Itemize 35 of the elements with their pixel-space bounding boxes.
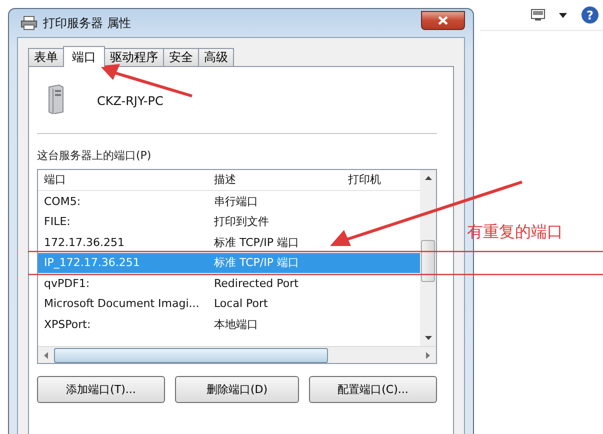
tab[interactable]: 表单 xyxy=(28,48,64,66)
column-header[interactable]: 描述 xyxy=(214,170,348,190)
port-row[interactable]: 172.17.36.251 标准 TCP/IP 端口 xyxy=(38,232,420,252)
column-header[interactable]: 端口 xyxy=(38,170,214,190)
tab[interactable]: 安全 xyxy=(163,48,199,66)
scroll-down-icon[interactable] xyxy=(424,336,432,340)
monitor-icon[interactable] xyxy=(531,9,545,21)
tab[interactable]: 端口 xyxy=(63,46,105,67)
port-row[interactable]: COM5: 串行端口 xyxy=(38,191,420,212)
port-row[interactable]: qvPDF1: Redirected Port xyxy=(38,273,420,294)
server-tower-icon xyxy=(47,84,65,114)
window-title: 打印服务器 属性 xyxy=(43,14,131,32)
port-button[interactable]: 添加端口(T)... xyxy=(37,376,165,403)
port-row[interactable]: FILE: 打印到文件 xyxy=(38,212,420,232)
ports-label: 这台服务器上的端口(P) xyxy=(37,148,152,163)
scroll-up-icon[interactable] xyxy=(424,176,432,180)
dropdown-icon[interactable] xyxy=(559,12,567,18)
horizontal-scrollbar[interactable] xyxy=(38,346,436,363)
tab[interactable]: 高级 xyxy=(198,48,234,66)
tab[interactable]: 驱动程序 xyxy=(104,48,164,66)
scroll-left-icon[interactable] xyxy=(44,352,48,358)
server-name: CKZ-RJY-PC xyxy=(97,94,164,108)
port-row[interactable]: XPSPort: 本地端口 xyxy=(38,314,420,334)
scroll-thumb[interactable] xyxy=(54,348,328,362)
scroll-right-icon[interactable] xyxy=(426,352,430,358)
close-icon xyxy=(438,16,448,24)
port-row[interactable]: Microsoft Document Imagi... Local Port xyxy=(38,294,420,314)
help-icon[interactable]: ? xyxy=(581,6,599,24)
column-header[interactable]: 打印机 xyxy=(348,170,381,190)
close-button[interactable] xyxy=(421,10,465,30)
vertical-scrollbar[interactable] xyxy=(420,170,436,346)
port-button[interactable]: 配置端口(C)... xyxy=(309,376,438,403)
scroll-thumb[interactable] xyxy=(421,240,435,282)
printer-icon xyxy=(21,16,37,30)
port-button[interactable]: 删除端口(D) xyxy=(174,376,300,403)
